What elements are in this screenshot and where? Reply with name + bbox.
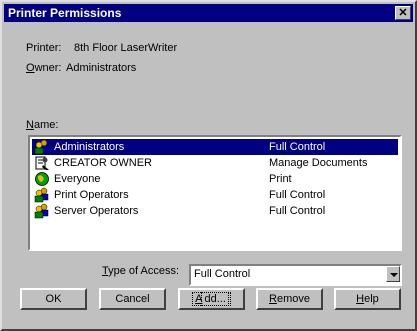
printer-permissions-dialog: Printer Permissions ✕ Printer: 8th Floor… — [0, 0, 417, 331]
list-item-permission: Full Control — [269, 205, 326, 217]
type-of-access-label: Type of Access: — [102, 265, 180, 277]
dialog-title: Printer Permissions — [8, 6, 122, 20]
permissions-list[interactable]: Administrators Full Control CREATOR OWNE… — [28, 135, 402, 251]
ok-button[interactable]: OK — [20, 288, 87, 310]
add-button[interactable]: Add... — [178, 288, 245, 310]
title-bar[interactable]: Printer Permissions ✕ — [4, 4, 413, 22]
group-icon — [34, 187, 49, 203]
name-list-label: Name: — [26, 119, 59, 131]
cancel-button[interactable]: Cancel — [99, 288, 166, 310]
list-item[interactable]: Server Operators Full Control — [32, 203, 398, 219]
printer-label: Printer: — [26, 42, 62, 54]
group-icon — [34, 203, 49, 219]
list-item-name: CREATOR OWNER — [54, 157, 152, 169]
list-item[interactable]: Print Operators Full Control — [32, 187, 398, 203]
owner-label: Owner: — [26, 62, 62, 74]
list-item-permission: Manage Documents — [269, 157, 368, 169]
type-of-access-value: Full Control — [194, 268, 251, 280]
list-item-permission: Print — [269, 173, 292, 185]
list-item[interactable]: CREATOR OWNER Manage Documents — [32, 155, 398, 171]
list-item-name: Everyone — [54, 173, 101, 185]
creator-owner-icon — [35, 156, 49, 170]
group-icon — [34, 139, 49, 155]
owner-value: Administrators — [66, 62, 137, 74]
list-item-name: Administrators — [54, 141, 125, 153]
list-item-name: Print Operators — [54, 189, 129, 201]
close-button[interactable]: ✕ — [395, 6, 411, 20]
help-button[interactable]: Help — [334, 288, 401, 310]
list-item[interactable]: Everyone Print — [32, 171, 398, 187]
list-item-name: Server Operators — [54, 205, 139, 217]
printer-value: 8th Floor LaserWriter — [74, 42, 178, 54]
globe-icon — [35, 172, 49, 186]
list-item-permission: Full Control — [269, 189, 326, 201]
remove-button[interactable]: Remove — [256, 288, 323, 310]
list-item-permission: Full Control — [269, 141, 326, 153]
type-of-access-select[interactable]: Full Control — [189, 264, 402, 286]
chevron-down-icon[interactable] — [386, 266, 400, 282]
list-item[interactable]: Administrators Full Control — [32, 139, 398, 155]
